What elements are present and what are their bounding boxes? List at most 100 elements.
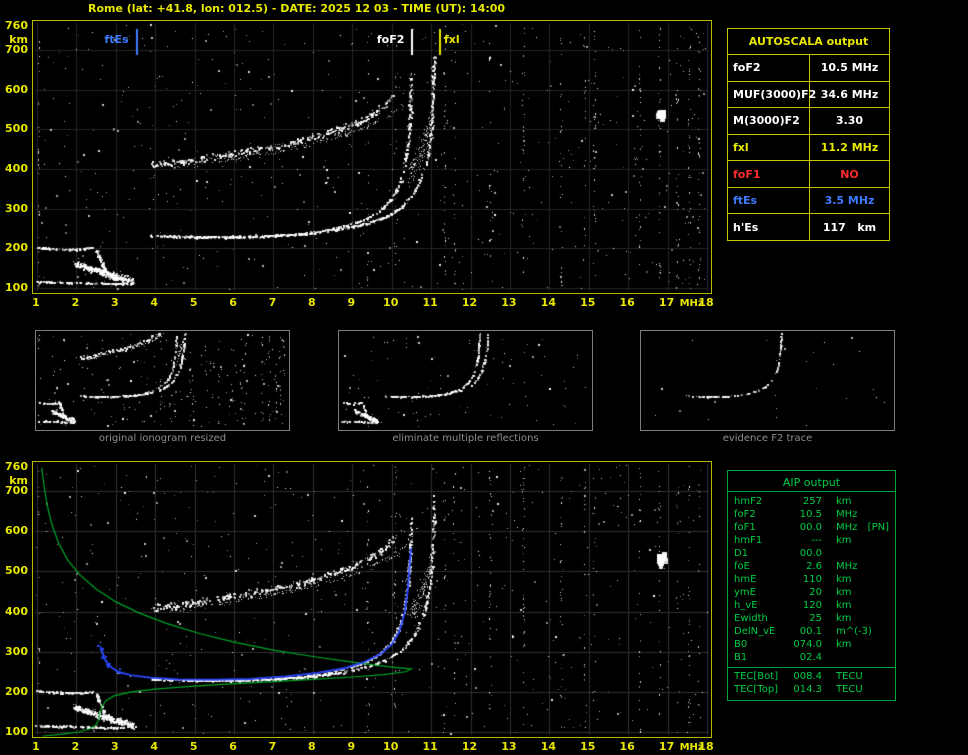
aip-row: TEC[Top] 014.3 TECU — [728, 683, 895, 696]
param-label: MUF(3000)F2 — [728, 81, 816, 108]
param-value: 00.0 — [799, 522, 822, 533]
param-label: foE — [734, 561, 750, 572]
y-axis-tick: 760 — [5, 19, 28, 32]
ionogram-canvas-bottom — [32, 461, 712, 738]
param-value: 117 km — [822, 220, 877, 234]
x-axis-tick: 7 — [268, 296, 277, 309]
x-axis-tick: 16 — [619, 740, 635, 753]
x-axis-tick: 8 — [308, 296, 316, 309]
aip-row: foE 2.6 MHz — [728, 560, 895, 573]
x-axis-tick: 3 — [110, 740, 119, 753]
x-axis-tick: 4 — [150, 740, 159, 753]
x-axis-tick: 1 — [32, 296, 40, 309]
x-axis-tick: 5 — [189, 740, 198, 753]
y-axis-unit-km: km — [9, 474, 28, 487]
x-axis-tick: 8 — [308, 740, 316, 753]
autoscala-row: M(3000)F2 3.30 — [728, 108, 889, 135]
param-label: foF2 — [728, 55, 810, 81]
param-unit: TECU — [836, 684, 863, 695]
x-axis-tick: 10 — [383, 740, 399, 753]
param-value: 120 — [802, 600, 822, 611]
param-label: DelN_vE — [734, 626, 776, 637]
x-axis-tick: 15 — [580, 740, 596, 753]
aip-row: hmF2 257 km — [728, 495, 895, 508]
param-value: 074.0 — [793, 639, 822, 650]
param-value: 02.4 — [799, 652, 822, 663]
aip-row: hmE 110 km — [728, 573, 895, 586]
param-label: foF2 — [734, 509, 756, 520]
x-axis-tick: 7 — [268, 740, 277, 753]
y-axis-tick: 100 — [5, 725, 28, 738]
param-label: D1 — [734, 548, 749, 559]
x-axis-tick: 2 — [71, 296, 80, 309]
param-value: 20 — [809, 587, 822, 598]
param-value: 3.5 MHz — [824, 194, 875, 208]
param-value: NO — [840, 167, 859, 181]
x-axis-tick: 17 — [658, 296, 675, 309]
x-axis-tick: 17 — [658, 740, 675, 753]
y-axis-tick: 500 — [5, 564, 28, 578]
x-axis-tick: 6 — [229, 296, 237, 309]
param-label: h_vE — [734, 600, 758, 611]
param-value: 00.1 — [799, 626, 822, 637]
x-axis-tick: 2 — [71, 740, 80, 753]
autoscala-table-rows: foF2 10.5 MHz MUF(3000)F2 34.6 MHz M(3000)F2… — [728, 55, 889, 241]
param-label: ymE — [734, 587, 756, 598]
x-axis-tick: 15 — [580, 296, 596, 309]
x-axis-tick: 4 — [150, 296, 159, 309]
x-axis-tick: 10 — [383, 296, 399, 309]
marker-label-ftes: ftEs — [104, 33, 129, 46]
x-axis-tick: 1 — [32, 740, 40, 753]
param-value: 014.3 — [793, 684, 822, 695]
y-axis-tick: 200 — [5, 241, 28, 255]
param-label: B1 — [734, 652, 748, 663]
thumbnail-caption-eliminate: eliminate multiple reflections — [392, 433, 539, 444]
param-value: 34.6 MHz — [820, 87, 879, 101]
param-unit: m^(-3) — [836, 626, 872, 637]
thumbnail-eliminate-reflections — [338, 330, 593, 431]
x-axis-tick: 9 — [347, 740, 356, 753]
param-value: --- — [811, 535, 822, 546]
aip-row: B1 02.4 — [728, 651, 895, 664]
param-unit: km — [836, 535, 852, 546]
param-label: B0 — [734, 639, 748, 650]
param-unit: MHz — [836, 561, 858, 572]
param-label: M(3000)F2 — [728, 108, 810, 134]
param-unit: km — [836, 639, 852, 650]
x-axis-unit-mhz: MHz — [679, 298, 704, 309]
aip-row: D1 00.0 — [728, 547, 895, 560]
x-axis-tick: 5 — [189, 296, 198, 309]
param-unit: km — [836, 496, 852, 507]
x-axis-tick: 16 — [619, 296, 635, 309]
x-axis-tick: 11 — [422, 296, 438, 309]
param-label: TEC[Top] — [734, 684, 779, 695]
x-axis-tick: 12 — [461, 296, 478, 309]
thumbnail-caption-evidence: evidence F2 trace — [722, 433, 813, 444]
x-axis-tick: 11 — [422, 740, 438, 753]
aip-row: TEC[Bot] 008.4 TECU — [728, 670, 895, 683]
autoscala-row: h'Es 117 km — [728, 214, 889, 241]
autoscala-output-screen: { "window": { "title": "Rome (lat: +41.8… — [0, 0, 968, 755]
autoscala-row: foF1 NO — [728, 161, 889, 188]
param-label: Ewidth — [734, 613, 768, 624]
aip-row: ymE 20 km — [728, 586, 895, 599]
x-axis-tick: 3 — [110, 296, 119, 309]
marker-label-fxl: fxl — [444, 33, 460, 46]
ionogram-panel-top: 760 700 600 500 400 300 200 100 km 1 2 3 4 5 6 7 8 9 10 11 1… — [2, 19, 726, 312]
ionogram-panel-bottom: 760 700 600 500 400 300 200 100 km 1 2 3 4 5 6 7 8 9 10 11 1… — [2, 460, 726, 755]
aip-row: foF2 10.5 MHz — [728, 508, 895, 521]
aip-row: B0 074.0 km — [728, 638, 895, 651]
param-label: hmF1 — [734, 535, 763, 546]
x-axis-tick: 14 — [540, 296, 556, 309]
param-label: hmF2 — [734, 496, 763, 507]
param-label: h'Es — [728, 214, 810, 241]
param-value: 10.5 — [799, 509, 822, 520]
param-label: foF1 — [734, 522, 756, 533]
param-value: 25 — [809, 613, 822, 624]
x-axis-tick: 6 — [229, 740, 237, 753]
param-value: 00.0 — [799, 548, 822, 559]
y-axis-tick: 200 — [5, 684, 28, 698]
y-axis-tick: 400 — [5, 604, 28, 618]
aip-table-title: AIP output — [728, 473, 895, 492]
autoscala-output-table: AUTOSCALA output foF2 10.5 MHz MUF(3000)F2… — [727, 28, 890, 241]
